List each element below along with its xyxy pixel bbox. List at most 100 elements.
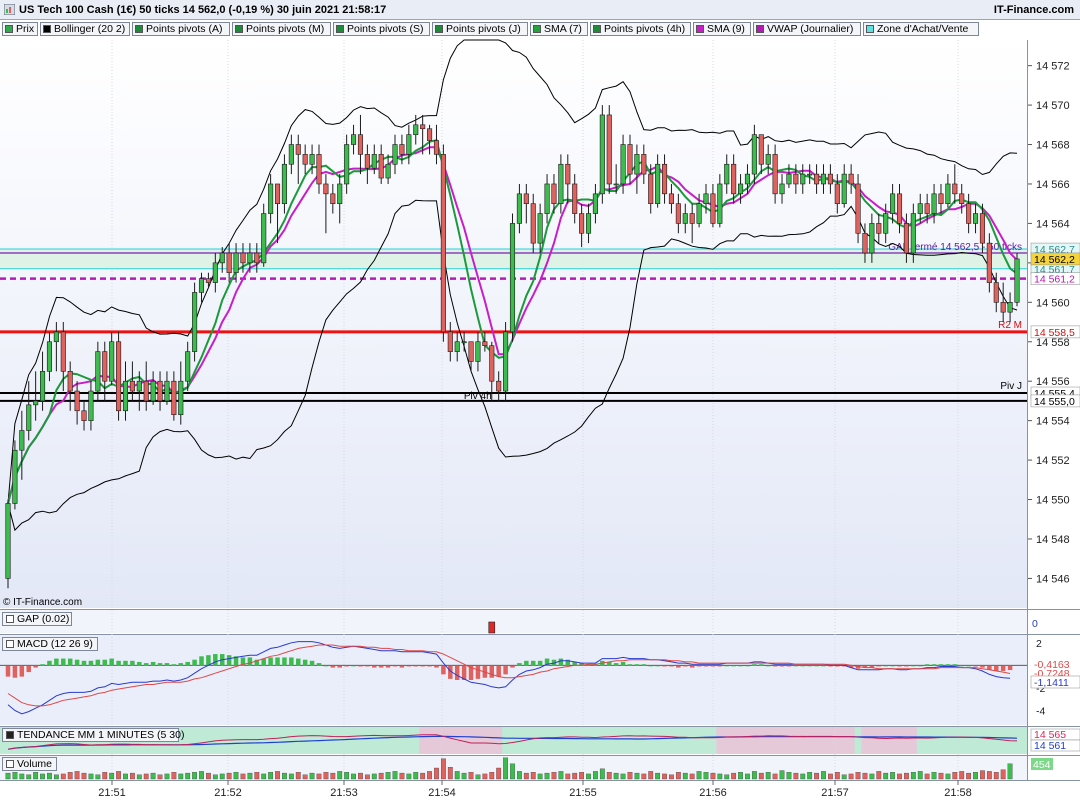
candle-down (876, 223, 882, 234)
candle-down (295, 144, 301, 155)
time-tick-label: 21:55 (569, 787, 597, 799)
candle-down (772, 154, 778, 195)
macd-histogram-bar (296, 658, 301, 666)
legend-item-pivots-m[interactable]: Points pivots (M) (232, 22, 331, 36)
legend-swatch-icon (336, 25, 344, 33)
legend-item-pivots-4h[interactable]: Points pivots (4h) (590, 22, 691, 36)
volume-bar (745, 773, 750, 780)
legend-item-zone[interactable]: Zone d'Achat/Vente (863, 22, 979, 36)
candle-up (344, 144, 350, 185)
volume-bar (60, 773, 66, 780)
candle-down (834, 183, 840, 204)
volume-bar (551, 772, 557, 780)
volume-bar (67, 772, 73, 780)
piv4h-annotation: Piv 4h (464, 391, 492, 402)
macd-histogram-bar (372, 665, 377, 668)
macd-histogram-bar (821, 665, 826, 667)
macd-histogram-bar (897, 665, 902, 667)
candle-down (323, 183, 329, 195)
macd-histogram-bar (74, 659, 80, 666)
legend-item-sma9[interactable]: SMA (9) (693, 22, 751, 36)
legend-item-sma7[interactable]: SMA (7) (530, 22, 588, 36)
legend-item-pivots-j[interactable]: Points pivots (J) (432, 22, 528, 36)
candle-up (751, 134, 757, 175)
legend-item-pivots-a[interactable]: Points pivots (A) (132, 22, 230, 36)
macd-histogram-bar (876, 665, 882, 667)
time-tick-label: 21:52 (214, 787, 242, 799)
macd-histogram-bar (385, 665, 391, 668)
volume-bar (986, 771, 992, 780)
volume-bar (282, 772, 287, 780)
macd-histogram-bar (420, 665, 425, 667)
macd-histogram-bar (945, 664, 951, 666)
volume-panel-title[interactable]: Volume (2, 757, 57, 771)
legend-item-bollinger[interactable]: Bollinger (20 2) (40, 22, 130, 36)
volume-bar (655, 772, 661, 780)
candle-up (931, 193, 937, 214)
volume-bar (973, 772, 978, 780)
time-tick-label: 21:58 (944, 787, 972, 799)
candle-up (945, 183, 951, 204)
volume-bar (793, 772, 799, 780)
volume-bar (620, 773, 626, 780)
macd-histogram-bar (102, 659, 107, 666)
candle-up (212, 262, 218, 283)
candle-down (572, 183, 578, 214)
candle-up (703, 193, 709, 204)
volume-bar (385, 772, 391, 780)
candle-down (675, 203, 681, 224)
volume-bar (136, 774, 142, 780)
macd-histogram-bar (890, 665, 895, 667)
macd-histogram-bar (47, 660, 52, 666)
macd-histogram-bar (427, 665, 432, 667)
candle-up (744, 173, 751, 185)
volume-bar (883, 772, 889, 780)
volume-bar (102, 772, 108, 780)
macd-histogram-bar (302, 659, 308, 666)
price-tick-label: 14 566 (1036, 179, 1070, 191)
gap-last-value: 0 (1032, 618, 1038, 630)
candle-down (240, 252, 246, 264)
volume-bar (613, 772, 619, 780)
candle-down (60, 331, 66, 372)
gap-panel-title[interactable]: GAP (0.02) (2, 612, 72, 626)
legend-item-vwap[interactable]: VWAP (Journalier) (753, 22, 861, 36)
candle-up (634, 154, 640, 175)
candle-down (793, 173, 799, 185)
candle-up (413, 124, 419, 135)
volume-bar (599, 768, 605, 780)
candle-down (74, 390, 80, 412)
volume-bar (475, 774, 481, 780)
macd-panel-bg (0, 635, 1027, 725)
volume-bar (199, 771, 204, 780)
macd-panel-title[interactable]: MACD (12 26 9) (2, 637, 98, 651)
volume-bar (344, 772, 350, 780)
volume-bar (489, 772, 495, 780)
candle-down (993, 282, 999, 303)
candle-up (910, 213, 916, 254)
time-tick-label: 21:53 (330, 787, 358, 799)
chart-canvas: R2 MPiv JGAP fermé 14 562,5 - 50 ticksPi… (0, 39, 1080, 800)
volume-bar (399, 772, 405, 780)
volume-bar (440, 758, 446, 780)
volume-bar (841, 774, 847, 780)
candle-down (67, 371, 73, 392)
volume-bar (890, 772, 895, 780)
legend-swatch-icon (593, 25, 601, 33)
volume-bar (834, 772, 840, 780)
price-tick-label: 14 546 (1036, 573, 1070, 585)
tendance-panel-title[interactable]: TENDANCE MM 1 MINUTES (5 30) (2, 728, 184, 742)
legend-swatch-icon (43, 25, 51, 33)
macd-histogram-bar (378, 665, 384, 668)
legend-item-prix[interactable]: Prix (2, 22, 38, 36)
volume-bar (1000, 769, 1006, 780)
candle-down (952, 183, 958, 195)
candle-down (157, 380, 163, 402)
legend-item-pivots-s[interactable]: Points pivots (S) (333, 22, 430, 36)
candle-up (779, 183, 785, 195)
candle-up (516, 193, 522, 224)
volume-bar (579, 772, 585, 780)
legend-swatch-icon (6, 640, 14, 648)
macd-histogram-bar (489, 665, 495, 678)
volume-bar (295, 772, 301, 780)
